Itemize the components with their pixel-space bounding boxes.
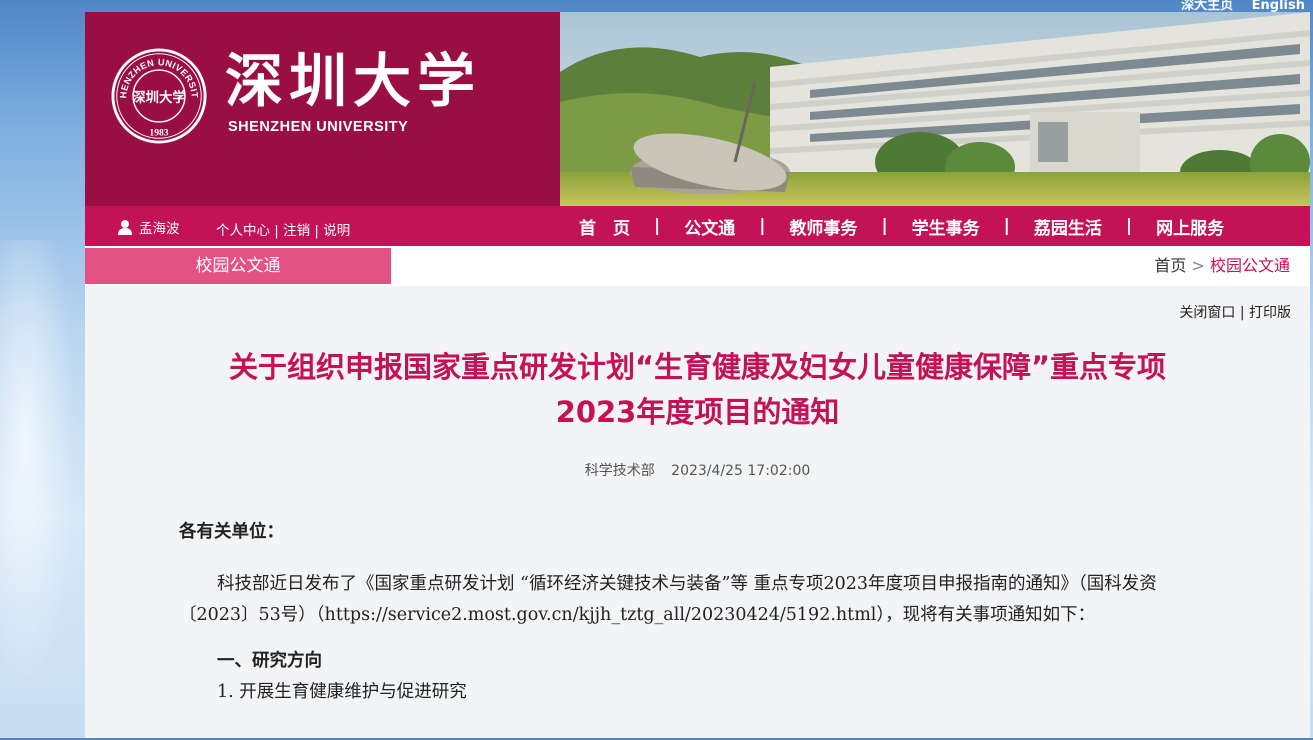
breadcrumb-separator: > [1191, 256, 1205, 275]
svg-text:1983: 1983 [149, 127, 168, 138]
nav-gongwentong[interactable]: 公文通 [660, 214, 759, 239]
site-header: SHENZHEN UNIVERSITY 深圳大学 1983 深圳大学 SHENZ… [85, 12, 1310, 206]
article-meta: 科学技术部 2023/4/25 17:02:00 [85, 460, 1310, 480]
article-title-line-1: 关于组织申报国家重点研发计划“生育健康及妇女儿童健康保障”重点专项 [228, 350, 1167, 384]
close-window-link[interactable]: 关闭窗口 [1179, 305, 1235, 321]
page-container: SHENZHEN UNIVERSITY 深圳大学 1983 深圳大学 SHENZ… [85, 12, 1310, 738]
breadcrumb-home[interactable]: 首页 [1154, 256, 1186, 275]
university-seal-icon: SHENZHEN UNIVERSITY 深圳大学 1983 [111, 48, 207, 144]
user-icon [118, 220, 132, 235]
help-link[interactable]: 说明 [323, 223, 350, 239]
nav-online-services[interactable]: 网上服务 [1132, 214, 1248, 239]
article-datetime: 2023/4/25 17:02:00 [671, 463, 811, 479]
article-title-line-2: 2023年度项目的通知 [555, 395, 840, 429]
campus-banner-image [560, 12, 1310, 206]
article-section-heading: 一、研究方向 [217, 651, 322, 671]
tools-separator: | [1239, 305, 1245, 321]
nav-home[interactable]: 首 页 [555, 214, 654, 239]
section-tab[interactable]: 校园公文通 [85, 248, 391, 284]
article-tools: 关闭窗口 | 打印版 [1179, 302, 1291, 322]
personal-center-link[interactable]: 个人中心 [216, 223, 270, 239]
logo-area[interactable]: SHENZHEN UNIVERSITY 深圳大学 1983 深圳大学 SHENZ… [85, 12, 560, 206]
breadcrumb: 首页 > 校园公文通 [1154, 246, 1290, 286]
main-menu: 首 页 | 公文通 | 教师事务 | 学生事务 | 荔园生活 | 网上服务 [555, 206, 1248, 246]
svg-text:深圳大学: 深圳大学 [132, 89, 186, 106]
background-decoration [0, 240, 85, 740]
nav-liyuan-life[interactable]: 荔园生活 [1010, 214, 1126, 239]
nav-student-affairs[interactable]: 学生事务 [888, 214, 1004, 239]
main-nav-bar: 孟海波 个人中心 | 注销 | 说明 首 页 | 公文通 | 教师事务 | 学生事务 |… [85, 206, 1310, 246]
nav-teacher-affairs[interactable]: 教师事务 [765, 214, 881, 239]
article-title: 关于组织申报国家重点研发计划“生育健康及妇女儿童健康保障”重点专项 2023年度… [85, 345, 1310, 435]
logout-link[interactable]: 注销 [283, 223, 310, 239]
university-name-en: SHENZHEN UNIVERSITY [228, 119, 409, 135]
article-list-item: 1. 开展生育健康维护与促进研究 [217, 682, 467, 702]
user-name: 孟海波 [139, 221, 180, 237]
article-paragraph: 科技部近日发布了《国家重点研发计划 “循环经济关键技术与装备”等 重点专项202… [179, 574, 1157, 625]
breadcrumb-current[interactable]: 校园公文通 [1210, 256, 1290, 275]
article-department: 科学技术部 [584, 463, 655, 479]
article-body: 各有关单位： 科技部近日发布了《国家重点研发计划 “循环经济关键技术与装备”等 … [179, 517, 1209, 708]
university-name-cn: 深圳大学 [225, 47, 482, 115]
user-links: 个人中心 | 注销 | 说明 [216, 223, 351, 239]
print-version-link[interactable]: 打印版 [1249, 305, 1291, 321]
sub-header-bar: 校园公文通 首页 > 校园公文通 [85, 246, 1310, 286]
user-info: 孟海波 [117, 217, 180, 237]
article-salutation: 各有关单位： [179, 522, 284, 542]
